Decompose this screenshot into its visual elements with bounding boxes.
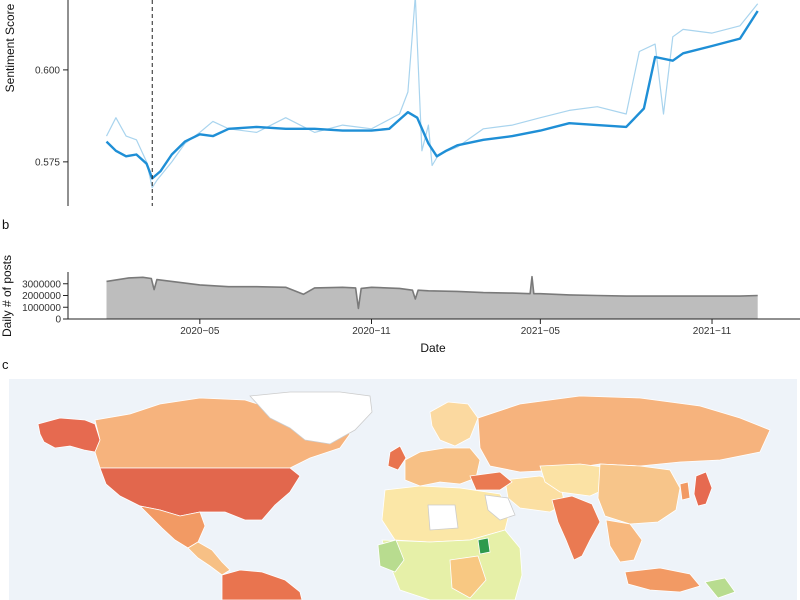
y-tick-label: 0 <box>55 315 61 326</box>
y-tick-label: 0.600 <box>35 65 60 76</box>
smoothed-sentiment-line <box>105 10 759 180</box>
x-tick-label: 2021−05 <box>521 326 561 337</box>
map-region-sahara-white <box>427 504 459 531</box>
y-tick-label: 0.575 <box>35 157 60 168</box>
panel-a-y-ticks: 0.575 0.600 <box>35 65 68 168</box>
panel-b-x-ticks: 2020−05 2020−11 2021−05 2021−11 <box>180 319 732 337</box>
daily-sentiment-line <box>105 0 759 189</box>
map-region-eritrea <box>477 537 491 555</box>
panel-a-daily-series <box>105 0 759 189</box>
y-tick-label: 3000000 <box>22 279 61 290</box>
map-region-korea <box>679 481 691 501</box>
y-tick-label: 1000000 <box>22 303 61 314</box>
panel-b-x-label: Date <box>420 341 446 355</box>
panel-b: b 0100000020000003000000 2020−05 2020−11 2… <box>0 217 800 355</box>
y-tick-label: 2000000 <box>22 291 61 302</box>
figure: 0.575 0.600 Sentiment Score b 01000000200… <box>0 0 800 600</box>
panel-b-letter: b <box>2 217 9 232</box>
panel-c: c <box>2 357 797 600</box>
x-tick-label: 2021−11 <box>693 326 732 337</box>
panel-b-y-label: Daily # of posts <box>0 255 14 337</box>
panel-a-y-label: Sentiment Score <box>3 3 17 92</box>
x-tick-label: 2020−05 <box>180 326 220 337</box>
panel-a: 0.575 0.600 Sentiment Score <box>3 0 759 206</box>
map-region-china <box>597 463 681 525</box>
map-region-west-europe <box>404 447 481 487</box>
panel-b-y-ticks: 0100000020000003000000 <box>22 279 68 326</box>
panel-c-letter: c <box>2 357 9 372</box>
daily-posts-area <box>106 276 758 319</box>
x-tick-label: 2020−11 <box>352 326 391 337</box>
